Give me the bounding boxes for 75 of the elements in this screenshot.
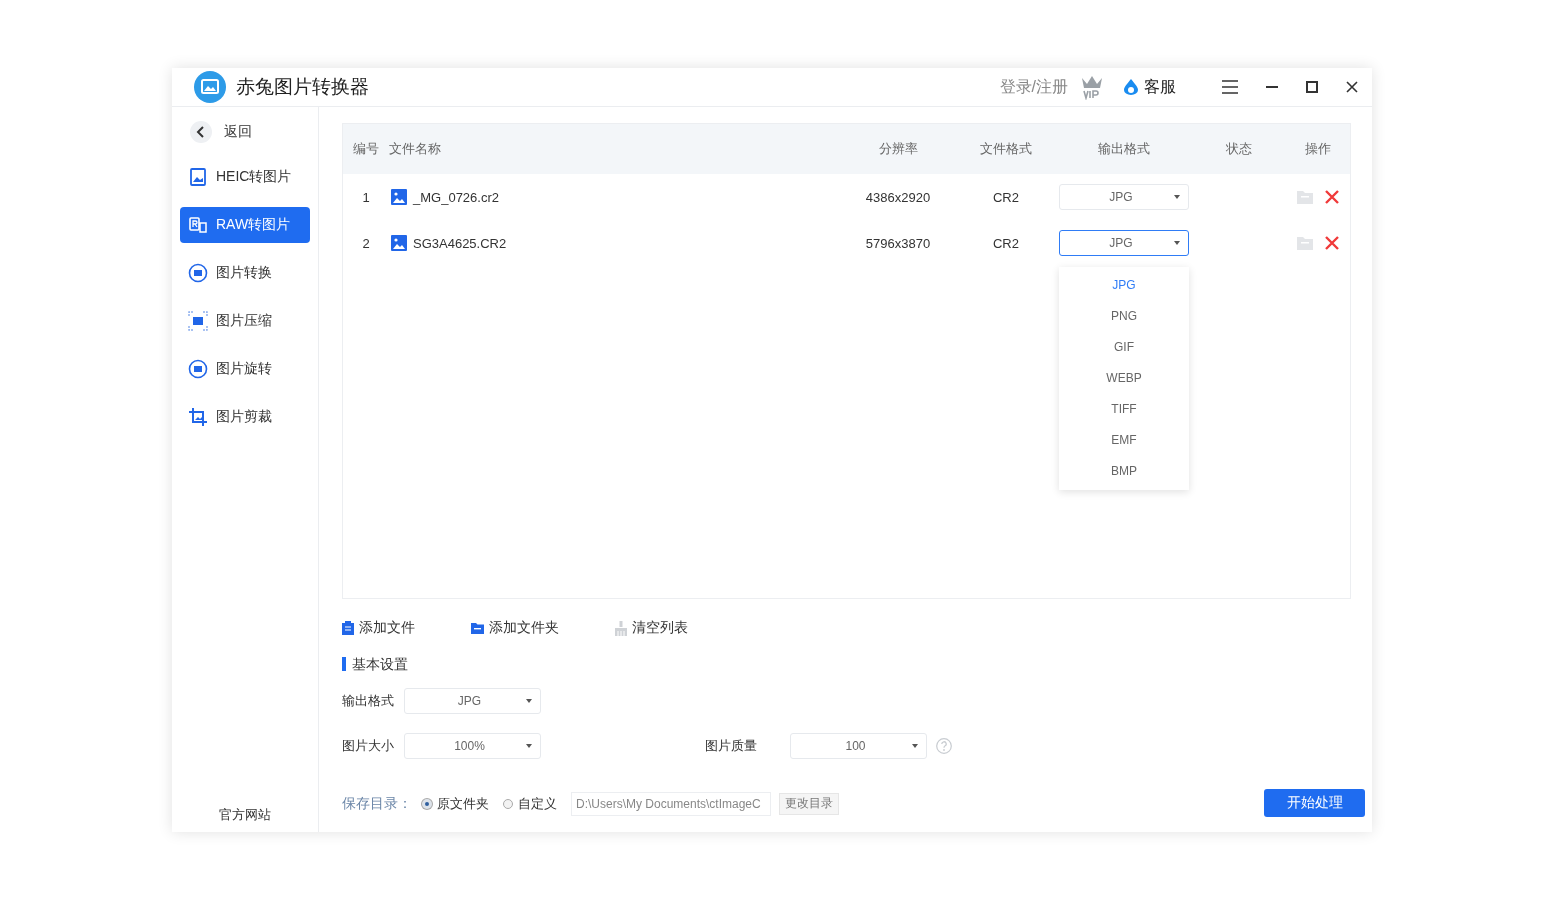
toolbar-button[interactable]: 添加文件	[342, 619, 415, 637]
column-header: 文件格式	[979, 140, 1033, 158]
dropdown-option[interactable]: WEBP	[1059, 363, 1189, 394]
column-header: 编号	[352, 140, 380, 158]
dropdown-option[interactable]: EMF	[1059, 425, 1189, 456]
official-site-link[interactable]: 官方网站	[180, 806, 310, 824]
radio-option[interactable]: 自定义	[503, 794, 557, 813]
path-field[interactable]: D:\Users\My Documents\ctImageC	[571, 791, 771, 816]
image-icon	[188, 359, 208, 379]
image-icon	[188, 311, 208, 331]
column-header: 状态	[1225, 140, 1253, 158]
format-dropdown[interactable]: JPG	[1059, 230, 1189, 256]
sidebar-item[interactable]: RAW转图片	[180, 207, 310, 243]
sidebar-item[interactable]: 图片压缩	[180, 303, 310, 339]
radio-option[interactable]: 原文件夹	[422, 794, 489, 813]
table-cell-text: CR2	[992, 235, 1020, 251]
save-directory-label: 保存目录：	[342, 794, 412, 813]
table-cell-text: 5796x3870	[864, 235, 932, 251]
toolbar-button[interactable]: 清空列表	[615, 619, 688, 637]
field-label: 输出格式	[342, 692, 395, 710]
image-icon	[188, 263, 208, 283]
drop-icon	[1124, 79, 1138, 95]
delete-icon[interactable]	[1325, 190, 1339, 204]
output-format-dropdown[interactable]: JPG	[404, 688, 541, 714]
dropdown-option[interactable]: TIFF	[1059, 394, 1189, 425]
change-directory-button[interactable]: 更改目录	[779, 792, 839, 815]
menu-icon[interactable]	[1222, 80, 1238, 94]
window-title: 赤兔图片转换器	[236, 75, 369, 99]
table-cell-text: 4386x2920	[864, 189, 932, 205]
close-icon[interactable]	[1346, 81, 1358, 93]
table-cell-text: 1	[361, 189, 371, 205]
dropdown-option[interactable]: GIF	[1059, 332, 1189, 363]
folder-icon	[471, 622, 484, 634]
caret-icon	[1174, 241, 1180, 245]
dropdown-option[interactable]: PNG	[1059, 301, 1189, 332]
login-link[interactable]: 登录/注册	[999, 76, 1068, 98]
dropdown-option[interactable]: JPG	[1059, 270, 1189, 301]
caret-icon	[1174, 195, 1180, 199]
crop-icon	[188, 407, 208, 427]
brush-icon	[615, 620, 627, 636]
format-dropdown[interactable]: JPG	[1059, 184, 1189, 210]
caret-icon	[526, 699, 532, 703]
field-label: 图片大小	[342, 737, 395, 755]
app-logo-icon	[194, 71, 226, 103]
image-icon	[188, 215, 208, 235]
sidebar-item[interactable]: HEIC转图片	[180, 159, 310, 195]
table-cell-text: 2	[361, 235, 371, 251]
start-button[interactable]: 开始处理	[1264, 789, 1365, 817]
customer-service-button[interactable]: 客服	[1124, 76, 1176, 98]
sidebar-item[interactable]: 图片转换	[180, 255, 310, 291]
section-title: 基本设置	[342, 657, 1351, 671]
maximize-icon[interactable]	[1306, 81, 1318, 93]
sidebar-item[interactable]: 图片旋转	[180, 351, 310, 387]
file-name: _MG_0726.cr2	[413, 189, 499, 205]
back-button[interactable]: 返回	[180, 119, 310, 145]
column-header: 文件名称	[389, 140, 442, 158]
column-header: 分辨率	[877, 140, 919, 158]
vip-crown-icon[interactable]	[1080, 74, 1104, 100]
quality-dropdown[interactable]: 100	[790, 733, 927, 759]
column-header: 输出格式	[1097, 140, 1151, 158]
table-cell-text: CR2	[992, 189, 1020, 205]
field-label: 图片质量	[705, 737, 758, 755]
caret-icon	[526, 744, 532, 748]
column-header: 操作	[1304, 140, 1332, 158]
dropdown-option[interactable]: BMP	[1059, 456, 1189, 487]
file-name: SG3A4625.CR2	[413, 235, 507, 251]
clipboard-icon	[342, 621, 354, 635]
image-file-icon	[391, 189, 407, 205]
image-file-icon	[391, 235, 407, 251]
image-icon	[188, 167, 208, 187]
size-dropdown[interactable]: 100%	[404, 733, 541, 759]
sidebar-item[interactable]: 图片剪裁	[180, 399, 310, 435]
delete-icon[interactable]	[1325, 236, 1339, 250]
caret-icon	[912, 744, 918, 748]
toolbar-button[interactable]: 添加文件夹	[471, 619, 559, 637]
